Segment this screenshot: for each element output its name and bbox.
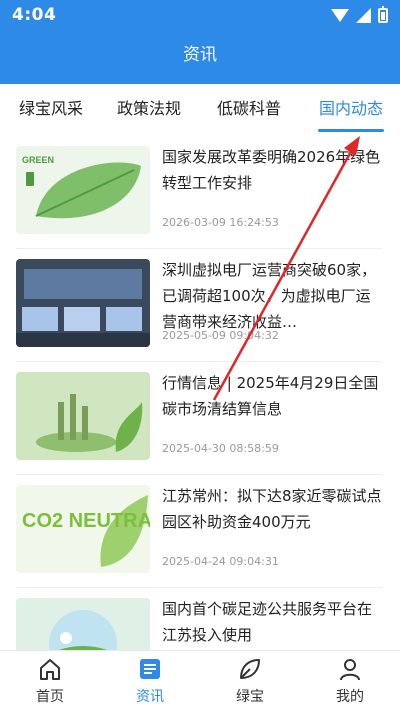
news-thumbnail: GREEN [16,146,150,234]
tab-lvbao-fengcai[interactable]: 绿宝风采 [18,84,84,136]
news-icon [140,659,160,679]
app-header: 4:04 资讯 [0,0,400,84]
news-item[interactable]: 国内首个碳足迹公共服务平台在江苏投入使用 [16,588,382,650]
status-bar: 4:04 [0,0,400,30]
news-item[interactable]: CO2 NEUTRAL 江苏常州：拟下达8家近零碳试点园区补助资金400万元 2… [16,475,382,588]
news-item[interactable]: GREEN 国家发展改革委明确2026年绿色转型工作安排 2026-03-09 … [16,136,382,249]
news-title: 行情信息 | 2025年4月29日全国碳市场清结算信息 [162,374,379,418]
news-thumbnail: CO2 NEUTRAL [16,485,150,573]
news-thumbnail [16,259,150,347]
nav-lvbao[interactable]: 绿宝 [200,651,300,711]
news-title: 江苏常州：拟下达8家近零碳试点园区补助资金400万元 [162,487,382,531]
nav-label: 首页 [36,689,64,705]
active-tab-indicator [318,129,384,132]
battery-icon [378,5,388,23]
user-icon [340,659,360,681]
news-date: 2025-04-24 09:04:31 [162,555,279,568]
tab-label: 绿宝风采 [18,99,83,118]
news-title: 国家发展改革委明确2026年绿色转型工作安排 [162,148,381,192]
thumb-text: CO2 NEUTRAL [22,510,150,532]
news-date: 2025-05-09 09:04:32 [162,329,279,342]
news-date: 2026-03-09 16:24:53 [162,216,279,229]
news-title: 深圳虚拟电厂运营商突破60家，已调荷超100次，为虚拟电厂运营商带来经济收益… [162,261,377,331]
tab-label: 国内动态 [318,99,383,118]
nav-home[interactable]: 首页 [0,651,100,711]
news-thumbnail [16,372,150,460]
news-item[interactable]: 深圳虚拟电厂运营商突破60家，已调荷超100次，为虚拟电厂运营商带来经济收益… … [16,249,382,362]
news-title: 国内首个碳足迹公共服务平台在江苏投入使用 [162,600,373,644]
news-date: 2025-04-30 08:58:59 [162,442,279,455]
tab-label: 低碳科普 [216,99,281,118]
status-icons [331,5,388,23]
status-time: 4:04 [12,5,57,25]
bottom-nav: 首页 资讯 绿宝 我的 [0,650,400,711]
tab-policy[interactable]: 政策法规 [116,84,182,136]
nav-news[interactable]: 资讯 [100,651,200,711]
home-icon [40,659,60,680]
page-title: 资讯 [183,45,217,65]
signal-icon [356,7,371,23]
news-list[interactable]: GREEN 国家发展改革委明确2026年绿色转型工作安排 2026-03-09 … [0,136,400,650]
nav-label: 绿宝 [236,689,264,705]
nav-profile[interactable]: 我的 [300,651,400,711]
wifi-icon [331,8,349,22]
news-thumbnail [16,598,150,650]
app-screen: 4:04 资讯 绿宝风采 政策法规 低碳科普 国内动态 GREEN 国家发展改革… [0,0,400,711]
nav-label: 资讯 [136,689,164,705]
tab-label: 政策法规 [116,99,181,118]
nav-label: 我的 [336,689,364,705]
leaf-icon [240,659,260,679]
tab-domestic-news[interactable]: 国内动态 [318,84,384,136]
news-item[interactable]: 行情信息 | 2025年4月29日全国碳市场清结算信息 2025-04-30 0… [16,362,382,475]
tab-low-carbon-science[interactable]: 低碳科普 [216,84,282,136]
thumb-text: GREEN [22,155,54,165]
category-tabs: 绿宝风采 政策法规 低碳科普 国内动态 [0,84,400,136]
